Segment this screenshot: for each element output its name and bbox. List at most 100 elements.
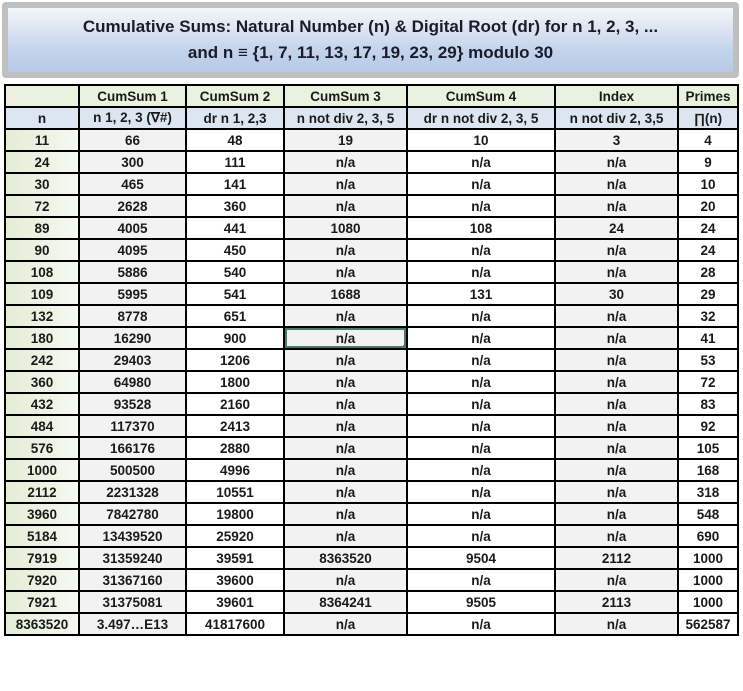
cell-cumsum-2[interactable]: 41817600: [185, 612, 285, 636]
header-cumsum-3[interactable]: n not div 2, 3, 5: [283, 106, 408, 130]
cell-cumsum-1[interactable]: 300: [78, 150, 187, 174]
cell-cumsum-3[interactable]: n/a: [283, 502, 408, 526]
cell-index[interactable]: n/a: [554, 194, 679, 218]
cell-cumsum-1[interactable]: 13439520: [78, 524, 187, 548]
cell-cumsum-2[interactable]: 651: [185, 304, 285, 328]
cell-cumsum-4[interactable]: n/a: [406, 458, 556, 482]
cell-cumsum-2[interactable]: 1206: [185, 348, 285, 372]
cell-cumsum-1[interactable]: 93528: [78, 392, 187, 416]
cell-cumsum-2[interactable]: 360: [185, 194, 285, 218]
cell-primes[interactable]: 105: [677, 436, 739, 460]
cell-cumsum-3[interactable]: n/a: [283, 194, 408, 218]
cell-n[interactable]: 5184: [4, 524, 80, 548]
cell-n[interactable]: 180: [4, 326, 80, 350]
cell-primes[interactable]: 72: [677, 370, 739, 394]
cell-cumsum-2[interactable]: 39591: [185, 546, 285, 570]
cell-cumsum-1[interactable]: 29403: [78, 348, 187, 372]
cell-cumsum-1[interactable]: 64980: [78, 370, 187, 394]
cell-cumsum-4[interactable]: n/a: [406, 150, 556, 174]
cell-cumsum-2[interactable]: 10551: [185, 480, 285, 504]
cell-cumsum-2[interactable]: 4996: [185, 458, 285, 482]
cell-n[interactable]: 360: [4, 370, 80, 394]
cell-cumsum-4[interactable]: 131: [406, 282, 556, 306]
cell-n[interactable]: 432: [4, 392, 80, 416]
cell-cumsum-4[interactable]: n/a: [406, 502, 556, 526]
cell-primes[interactable]: 53: [677, 348, 739, 372]
cell-cumsum-3[interactable]: n/a: [283, 348, 408, 372]
cell-cumsum-2[interactable]: 19800: [185, 502, 285, 526]
cell-cumsum-3[interactable]: n/a: [283, 458, 408, 482]
cell-cumsum-2[interactable]: 541: [185, 282, 285, 306]
cell-cumsum-2[interactable]: 2880: [185, 436, 285, 460]
cell-cumsum-1[interactable]: 7842780: [78, 502, 187, 526]
cell-primes[interactable]: 32: [677, 304, 739, 328]
cell-cumsum-1[interactable]: 5995: [78, 282, 187, 306]
cell-cumsum-4[interactable]: n/a: [406, 194, 556, 218]
header-cumsum-2[interactable]: CumSum 2: [185, 84, 285, 108]
cell-index[interactable]: n/a: [554, 172, 679, 196]
cell-cumsum-1[interactable]: 2231328: [78, 480, 187, 504]
cell-n[interactable]: 11: [4, 128, 80, 152]
cell-cumsum-3[interactable]: n/a: [283, 612, 408, 636]
cell-cumsum-4[interactable]: n/a: [406, 414, 556, 438]
cell-n[interactable]: 7919: [4, 546, 80, 570]
cell-index[interactable]: n/a: [554, 392, 679, 416]
header-cumsum-4[interactable]: dr n not div 2, 3, 5: [406, 106, 556, 130]
cell-primes[interactable]: 24: [677, 216, 739, 240]
cell-index[interactable]: 2112: [554, 546, 679, 570]
cell-cumsum-3[interactable]: 1688: [283, 282, 408, 306]
cell-primes[interactable]: 20: [677, 194, 739, 218]
cell-index[interactable]: n/a: [554, 480, 679, 504]
cell-cumsum-4[interactable]: n/a: [406, 172, 556, 196]
header-primes[interactable]: ∏(n): [677, 106, 739, 130]
cell-primes[interactable]: 4: [677, 128, 739, 152]
cell-index[interactable]: n/a: [554, 568, 679, 592]
cell-cumsum-3[interactable]: n/a: [283, 480, 408, 504]
cell-cumsum-3[interactable]: n/a: [283, 172, 408, 196]
cell-cumsum-1[interactable]: 500500: [78, 458, 187, 482]
cell-n[interactable]: 89: [4, 216, 80, 240]
cell-primes[interactable]: 1000: [677, 546, 739, 570]
cell-primes[interactable]: 10: [677, 172, 739, 196]
cell-cumsum-4[interactable]: n/a: [406, 370, 556, 394]
cell-cumsum-3[interactable]: n/a: [283, 238, 408, 262]
cell-primes[interactable]: 9: [677, 150, 739, 174]
cell-cumsum-1[interactable]: 166176: [78, 436, 187, 460]
cell-cumsum-2[interactable]: 111: [185, 150, 285, 174]
cell-index[interactable]: n/a: [554, 260, 679, 284]
cell-cumsum-1[interactable]: 117370: [78, 414, 187, 438]
cell-primes[interactable]: 168: [677, 458, 739, 482]
cell-primes[interactable]: 1000: [677, 568, 739, 592]
cell-primes[interactable]: 690: [677, 524, 739, 548]
cell-n[interactable]: 7921: [4, 590, 80, 614]
cell-cumsum-3[interactable]: n/a: [283, 304, 408, 328]
cell-cumsum-2[interactable]: 2160: [185, 392, 285, 416]
cell-cumsum-4[interactable]: n/a: [406, 348, 556, 372]
cell-index[interactable]: n/a: [554, 612, 679, 636]
cell-n[interactable]: 2112: [4, 480, 80, 504]
cell-n[interactable]: 7920: [4, 568, 80, 592]
cell-index[interactable]: n/a: [554, 414, 679, 438]
cell-cumsum-1[interactable]: 4095: [78, 238, 187, 262]
header-cumsum-4[interactable]: CumSum 4: [406, 84, 556, 108]
cell-cumsum-1[interactable]: 31367160: [78, 568, 187, 592]
header-n[interactable]: [4, 84, 80, 108]
cell-primes[interactable]: 83: [677, 392, 739, 416]
cell-cumsum-3[interactable]: 8364241: [283, 590, 408, 614]
cell-cumsum-2[interactable]: 48: [185, 128, 285, 152]
cell-index[interactable]: n/a: [554, 370, 679, 394]
cell-cumsum-2[interactable]: 141: [185, 172, 285, 196]
cell-index[interactable]: 2113: [554, 590, 679, 614]
cell-cumsum-1[interactable]: 66: [78, 128, 187, 152]
cell-cumsum-3[interactable]: n/a: [283, 568, 408, 592]
cell-index[interactable]: n/a: [554, 348, 679, 372]
cell-n[interactable]: 132: [4, 304, 80, 328]
header-index[interactable]: n not div 2, 3,5: [554, 106, 679, 130]
cell-n[interactable]: 3960: [4, 502, 80, 526]
cell-primes[interactable]: 92: [677, 414, 739, 438]
cell-cumsum-4[interactable]: 10: [406, 128, 556, 152]
cell-n[interactable]: 30: [4, 172, 80, 196]
cell-cumsum-1[interactable]: 16290: [78, 326, 187, 350]
cell-cumsum-4[interactable]: n/a: [406, 304, 556, 328]
cell-primes[interactable]: 548: [677, 502, 739, 526]
